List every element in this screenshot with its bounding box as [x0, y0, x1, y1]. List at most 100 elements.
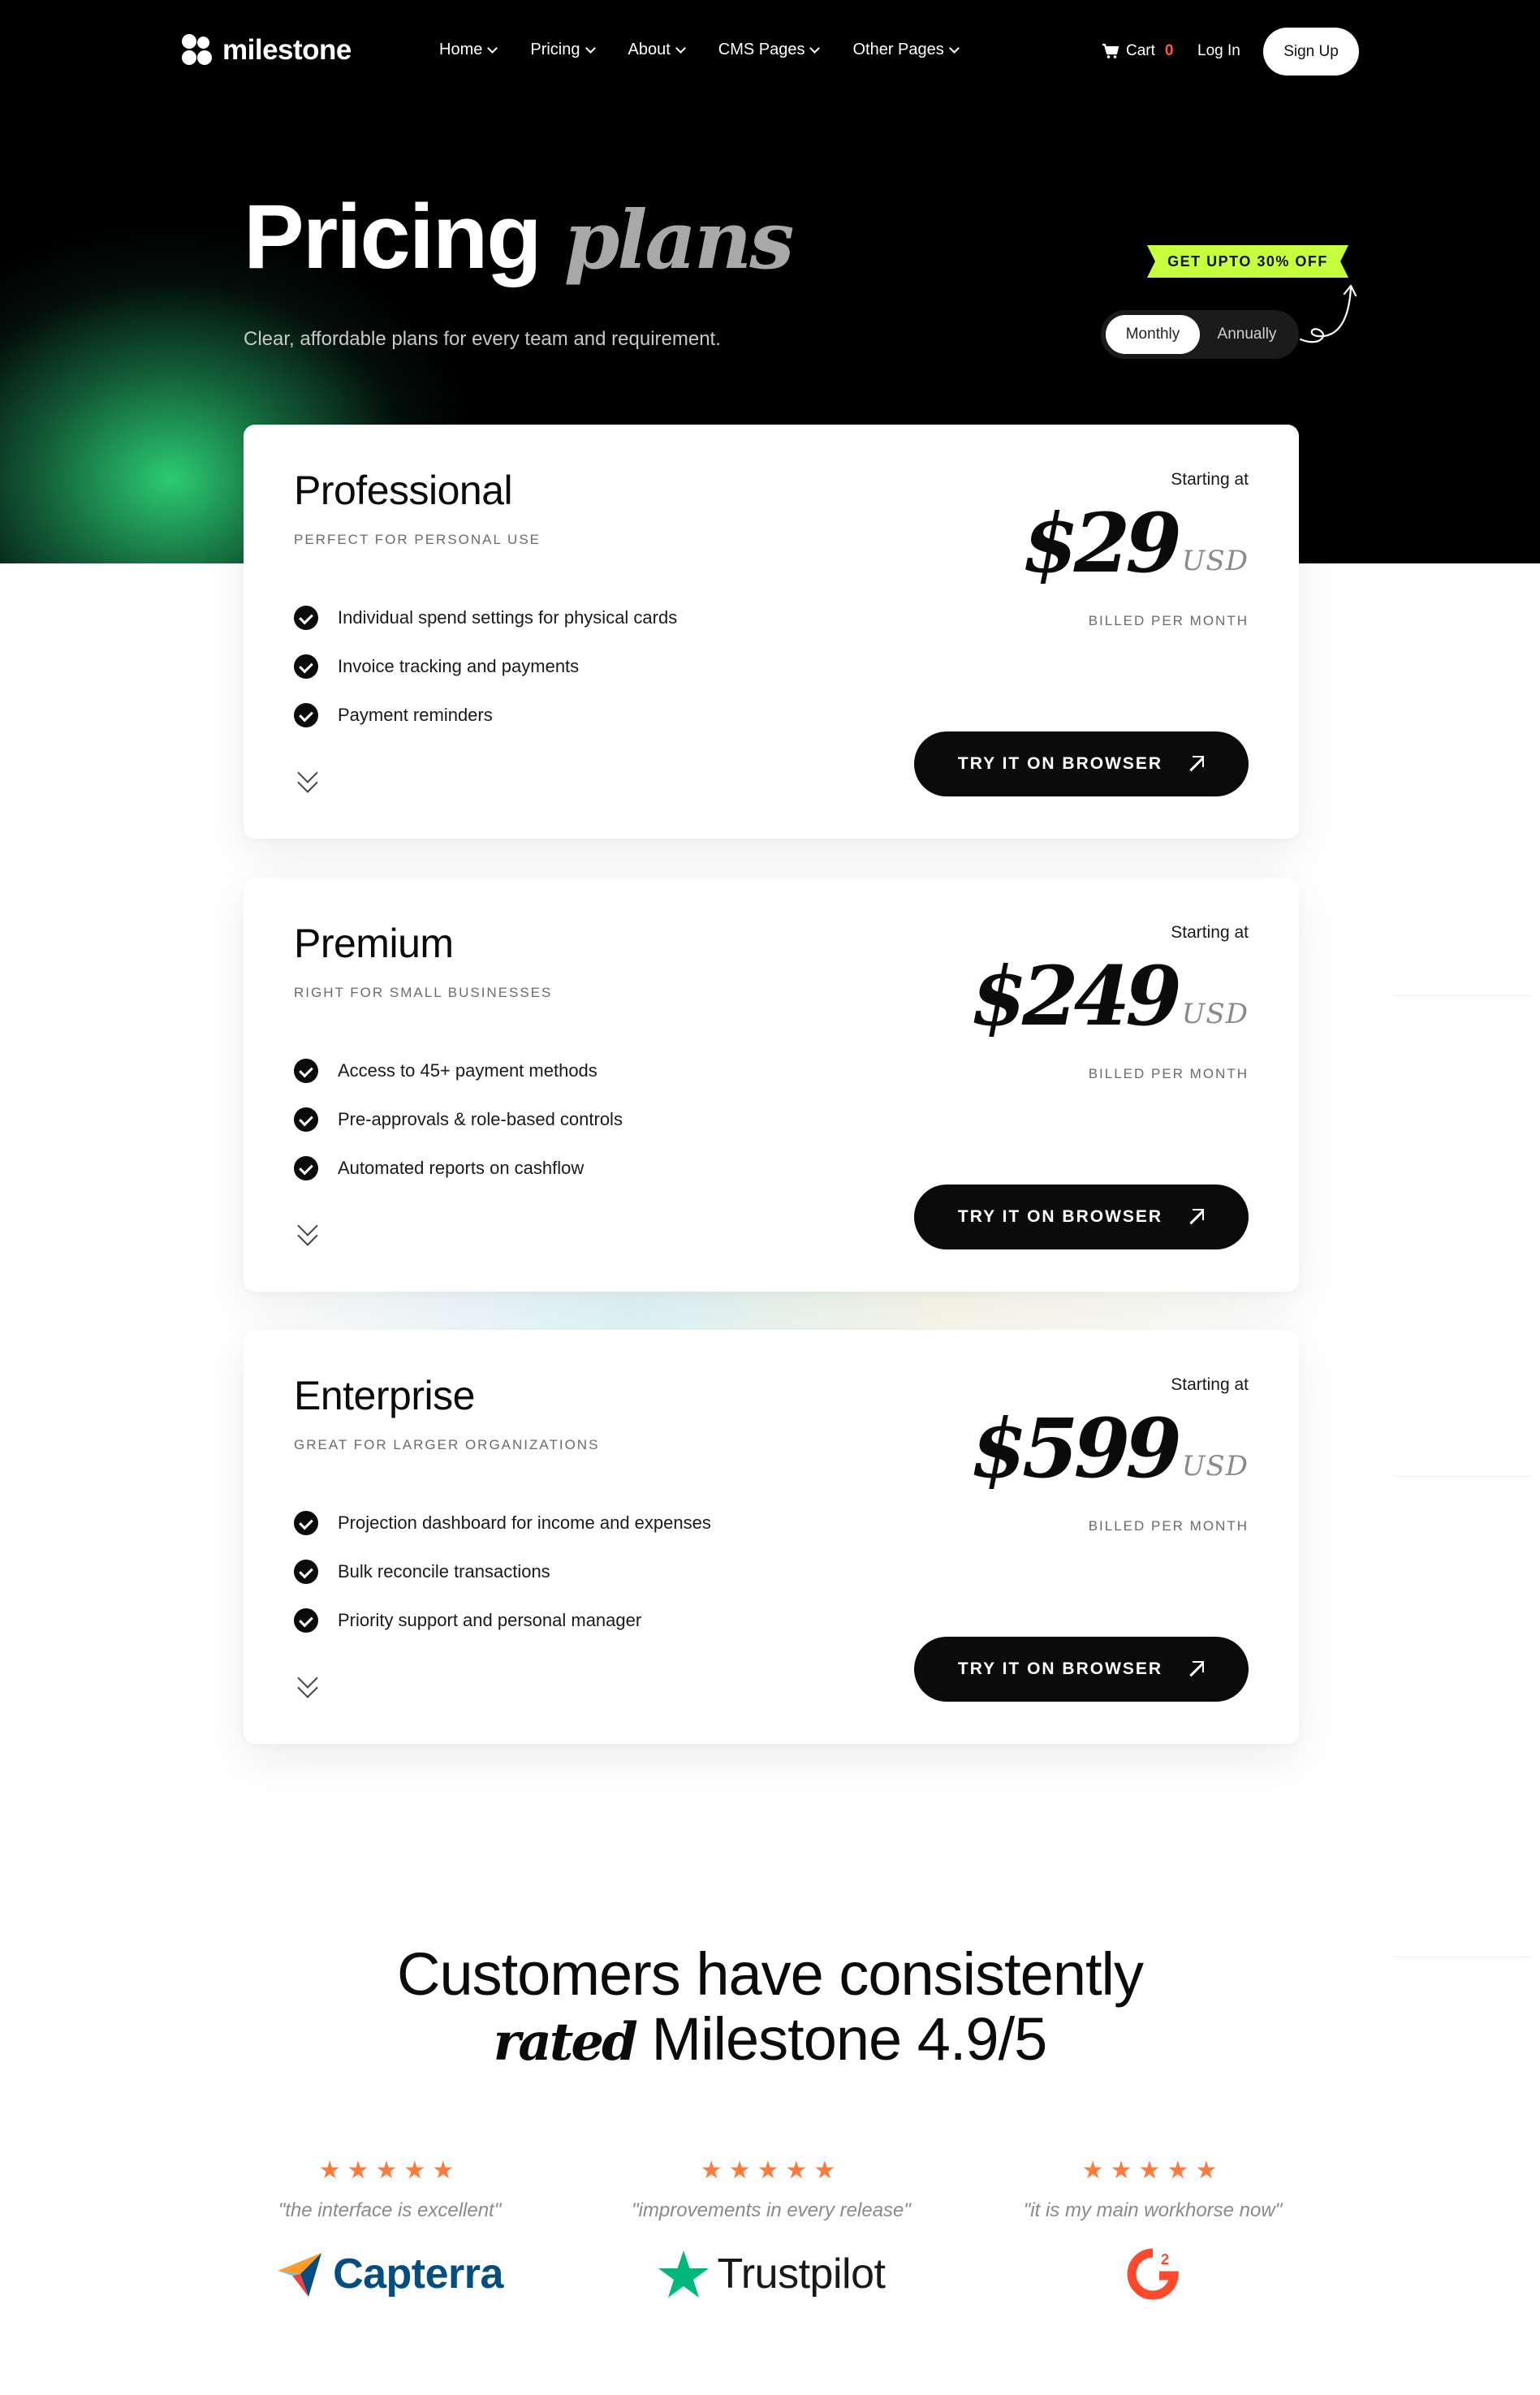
trustpilot-logo: Trustpilot: [601, 2243, 942, 2305]
plan-name: Professional: [294, 468, 513, 513]
check-circle-icon: [294, 606, 318, 630]
price-amount: $249: [970, 948, 1181, 1044]
arrow-up-right-icon: [1185, 1659, 1205, 1679]
brand-logo[interactable]: milestone: [182, 34, 352, 67]
review-trustpilot: ★★★★★ "improvements in every release" Tr…: [601, 2156, 942, 2305]
review-quote: "the interface is excellent": [278, 2199, 502, 2221]
trustpilot-star-icon: [658, 2250, 709, 2298]
feature-text: Bulk reconcile transactions: [338, 1561, 550, 1582]
price-amount: $599: [970, 1400, 1181, 1496]
login-link[interactable]: Log In: [1197, 42, 1240, 60]
plan-name: Premium: [294, 921, 454, 966]
plan-card-enterprise: Enterprise GREAT FOR LARGER ORGANIZATION…: [244, 1330, 1299, 1744]
feature-item: Projection dashboard for income and expe…: [294, 1499, 711, 1547]
menu-item-pricing[interactable]: Pricing: [530, 41, 596, 59]
check-circle-icon: [294, 1059, 318, 1083]
menu-item-other-pages[interactable]: Other Pages: [852, 41, 960, 59]
menu-item-cms-pages[interactable]: CMS Pages: [718, 41, 821, 59]
feature-item: Pre-approvals & role-based controls: [294, 1095, 623, 1144]
divider: [1393, 995, 1531, 996]
feature-text: Payment reminders: [338, 705, 493, 725]
arrow-up-right-icon: [1185, 754, 1205, 774]
menu-item-label: Pricing: [530, 41, 580, 58]
plan-price: $249 USD: [970, 956, 1249, 1037]
starting-at-label: Starting at: [1171, 1375, 1249, 1394]
toggle-annually[interactable]: Annually: [1200, 315, 1294, 354]
chevron-down-icon: [948, 42, 960, 54]
billing-period: BILLED PER MONTH: [1088, 613, 1249, 628]
try-browser-button[interactable]: TRY IT ON BROWSER: [914, 731, 1249, 796]
brand-name: milestone: [222, 34, 352, 66]
feature-item: Automated reports on cashflow: [294, 1144, 623, 1193]
ratings-heading-rest: Milestone 4.9/5: [651, 2005, 1047, 2073]
check-circle-icon: [294, 1608, 318, 1633]
chevron-down-icon: [675, 42, 686, 54]
try-browser-button[interactable]: TRY IT ON BROWSER: [914, 1185, 1249, 1249]
price-currency: USD: [1181, 998, 1249, 1030]
star-rating: ★★★★★: [700, 2157, 843, 2184]
plan-tagline: GREAT FOR LARGER ORGANIZATIONS: [294, 1437, 600, 1452]
review-capterra: ★★★★★ "the interface is excellent" Capte…: [219, 2156, 560, 2305]
cta-label: TRY IT ON BROWSER: [957, 1659, 1163, 1678]
divider: [1393, 1476, 1531, 1477]
plan-price: $599 USD: [970, 1408, 1249, 1489]
plan-tagline: PERFECT FOR PERSONAL USE: [294, 532, 541, 547]
menu-item-label: CMS Pages: [718, 41, 805, 58]
cta-label: TRY IT ON BROWSER: [957, 754, 1163, 773]
review-quote: "improvements in every release": [632, 2199, 911, 2221]
feature-item: Invoice tracking and payments: [294, 642, 677, 691]
feature-text: Projection dashboard for income and expe…: [338, 1513, 711, 1533]
feature-text: Access to 45+ payment methods: [338, 1060, 597, 1081]
feature-text: Automated reports on cashflow: [338, 1158, 585, 1178]
feature-item: Access to 45+ payment methods: [294, 1046, 623, 1095]
check-circle-icon: [294, 703, 318, 727]
billing-period: BILLED PER MONTH: [1088, 1066, 1249, 1081]
logo-mark-icon: [182, 34, 214, 67]
star-rating: ★★★★★: [1081, 2157, 1224, 2184]
chevron-down-icon: [809, 42, 821, 54]
expand-features-icon[interactable]: [294, 1215, 321, 1251]
menu-item-home[interactable]: Home: [439, 41, 498, 59]
expand-features-icon[interactable]: [294, 1668, 321, 1703]
brand-name: Trustpilot: [717, 2250, 886, 2298]
g2-logo: 2: [982, 2243, 1323, 2305]
menu-item-label: About: [628, 41, 671, 58]
menu-item-about[interactable]: About: [628, 41, 686, 59]
cart-link[interactable]: Cart 0: [1102, 42, 1173, 60]
menu-item-label: Home: [439, 41, 483, 58]
signup-button[interactable]: Sign Up: [1263, 28, 1359, 76]
try-browser-button[interactable]: TRY IT ON BROWSER: [914, 1637, 1249, 1702]
feature-item: Payment reminders: [294, 691, 677, 740]
starting-at-label: Starting at: [1171, 470, 1249, 489]
expand-features-icon[interactable]: [294, 762, 321, 798]
svg-text:2: 2: [1161, 2251, 1169, 2268]
review-g2: ★★★★★ "it is my main workhorse now" 2: [982, 2156, 1323, 2305]
ratings-heading: Customers have consistently rated Milest…: [0, 1942, 1540, 2075]
g2-icon: 2: [1127, 2248, 1179, 2300]
main-menu: Home Pricing About CMS Pages Other Pages: [439, 41, 992, 59]
page-title: Pricing plans: [244, 192, 794, 283]
page-subtitle: Clear, affordable plans for every team a…: [244, 328, 721, 350]
price-currency: USD: [1181, 1450, 1249, 1482]
brand-name: Capterra: [333, 2250, 503, 2298]
ratings-heading-line1: Customers have consistently: [397, 1940, 1144, 2008]
check-circle-icon: [294, 1560, 318, 1584]
plan-price: $29 USD: [1022, 503, 1249, 584]
billing-period: BILLED PER MONTH: [1088, 1518, 1249, 1534]
check-circle-icon: [294, 1156, 318, 1180]
starting-at-label: Starting at: [1171, 923, 1249, 942]
capterra-icon: [278, 2253, 322, 2297]
feature-list: Projection dashboard for income and expe…: [294, 1499, 711, 1645]
cart-icon: [1102, 43, 1119, 58]
discount-badge: GET UPTO 30% OFF: [1147, 245, 1348, 278]
plan-name: Enterprise: [294, 1373, 475, 1418]
feature-text: Individual spend settings for physical c…: [338, 607, 678, 628]
billing-toggle[interactable]: Monthly Annually: [1101, 310, 1299, 359]
page-title-italic: plans: [563, 194, 795, 287]
chevron-down-icon: [585, 42, 596, 54]
star-rating: ★★★★★: [318, 2157, 461, 2184]
check-circle-icon: [294, 1511, 318, 1535]
capterra-logo: Capterra: [219, 2243, 560, 2305]
chevron-down-icon: [487, 42, 498, 54]
toggle-monthly[interactable]: Monthly: [1106, 315, 1200, 354]
